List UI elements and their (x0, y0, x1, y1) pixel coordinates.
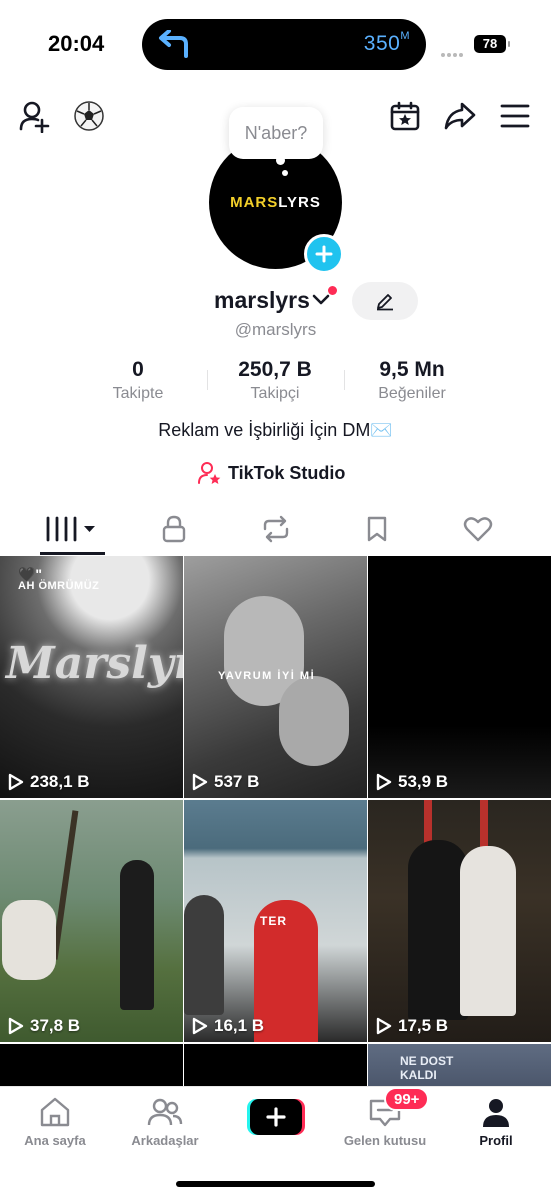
bookmark-icon (367, 516, 387, 542)
add-avatar-button[interactable] (304, 234, 344, 274)
nav-home-label: Ana sayfa (24, 1133, 86, 1148)
tiktok-studio-label: TikTok Studio (228, 462, 346, 483)
tab-liked[interactable] (448, 508, 508, 550)
profile-icon (483, 1099, 509, 1127)
horse-shape (2, 900, 56, 980)
battery-icon: 78 (474, 35, 510, 53)
video-thumbnail[interactable] (184, 1044, 367, 1088)
chevron-down-icon[interactable] (312, 293, 330, 307)
turn-arrow-icon (159, 30, 188, 58)
video-thumbnail[interactable] (0, 1044, 183, 1088)
pencil-icon (377, 294, 393, 311)
video-view-count: 238,1 B (8, 772, 90, 792)
video-view-count: 17,5 B (376, 1016, 448, 1036)
signal-icon (441, 44, 467, 57)
stat-divider (207, 370, 208, 390)
profile-name[interactable]: marslyrs (214, 287, 310, 314)
video-thumbnail[interactable]: TER 16,1 B (184, 800, 367, 1042)
nav-friends-label: Arkadaşlar (131, 1133, 199, 1148)
nav-profile-label: Profil (479, 1133, 513, 1148)
calendar-star-icon[interactable] (385, 96, 425, 136)
video-thumbnail[interactable]: NE DOST KALDI (368, 1044, 551, 1088)
stat-divider (344, 370, 345, 390)
repost-icon (263, 515, 289, 543)
video-thumbnail-figure (184, 895, 224, 1015)
video-thumbnail[interactable]: 37,8 B (0, 800, 183, 1042)
tiktok-studio-link[interactable]: TikTok Studio (198, 460, 345, 486)
video-overlay-caption: AH ÖMRÜMÜZ (18, 580, 100, 592)
note-bubble[interactable]: N'aber? (229, 107, 323, 159)
video-thumbnail[interactable]: 🖤" AH ÖMRÜMÜZ Marslyrs 238,1 B (0, 556, 183, 798)
video-thumbnail[interactable]: YAVRUM İYİ Mİ 537 B (184, 556, 367, 798)
play-icon (192, 773, 208, 791)
active-tab-indicator (40, 552, 105, 555)
video-overlay-caption: YAVRUM İYİ Mİ (218, 670, 316, 682)
create-button[interactable] (247, 1099, 305, 1135)
tab-videos[interactable] (42, 508, 102, 550)
profile-handle: @marslyrs (234, 320, 317, 339)
add-friend-icon[interactable] (15, 96, 55, 136)
play-icon (8, 773, 24, 791)
grid-videos-icon (46, 516, 95, 542)
dynamic-island[interactable]: 350M (142, 19, 426, 70)
video-thumbnail-figure (408, 840, 468, 1020)
soccer-ball-icon[interactable] (69, 96, 109, 136)
play-icon (376, 773, 392, 791)
video-thumbnail-figure (460, 846, 516, 1016)
video-view-count: 37,8 B (8, 1016, 80, 1036)
tab-favorites[interactable] (347, 508, 407, 550)
video-thumbnail-figure (279, 676, 349, 766)
video-thumbnail[interactable]: 53,9 B (368, 556, 551, 798)
stat-following[interactable]: 0 Takipte (98, 358, 178, 403)
home-icon (40, 1097, 70, 1127)
profile-bio: Reklam ve İşbirliği İçin DM✉️ (158, 420, 393, 440)
stat-likes[interactable]: 9,5 Mn Beğeniler (352, 358, 472, 403)
video-overlay-caption: TER (260, 914, 287, 928)
tab-private[interactable] (144, 508, 204, 550)
video-view-count: 537 B (192, 772, 259, 792)
heart-icon (463, 517, 493, 542)
status-time: 20:04 (48, 31, 105, 56)
home-indicator[interactable] (176, 1181, 375, 1187)
lock-icon (162, 515, 186, 543)
creator-star-icon (198, 462, 221, 484)
content-tabs (0, 508, 551, 556)
create-plus-icon (247, 1099, 305, 1135)
note-bubble-dot (282, 170, 288, 176)
friends-icon (147, 1098, 183, 1126)
notification-dot (328, 286, 337, 295)
avatar-brand-logo: MARSLYRS (230, 194, 321, 211)
share-icon[interactable] (440, 96, 480, 136)
navigation-distance: 350M (363, 30, 410, 55)
video-view-count: 16,1 B (192, 1016, 264, 1036)
stat-followers[interactable]: 250,7 B Takipçi (215, 358, 335, 403)
nav-home[interactable]: Ana sayfa (0, 1095, 110, 1148)
status-bar: 20:04 350M 78 (0, 0, 551, 90)
inbox-badge: 99+ (384, 1087, 430, 1111)
edit-profile-button[interactable] (352, 282, 418, 320)
nav-inbox-label: Gelen kutusu (343, 1133, 427, 1148)
play-icon (8, 1017, 24, 1035)
plus-icon (315, 245, 333, 263)
menu-icon[interactable] (495, 96, 535, 136)
video-thumbnail[interactable]: 17,5 B (368, 800, 551, 1042)
nav-friends[interactable]: Arkadaşlar (110, 1095, 220, 1148)
video-overlay-caption: NE DOST KALDI (400, 1054, 454, 1082)
tab-reposts[interactable] (246, 508, 306, 550)
play-icon (192, 1017, 208, 1035)
play-icon (376, 1017, 392, 1035)
video-thumbnail-figure (120, 860, 154, 1010)
nav-profile[interactable]: Profil (441, 1095, 551, 1148)
video-view-count: 53,9 B (376, 772, 448, 792)
video-overlay-title: Marslyrs (6, 638, 183, 689)
note-bubble-dot (276, 156, 285, 165)
